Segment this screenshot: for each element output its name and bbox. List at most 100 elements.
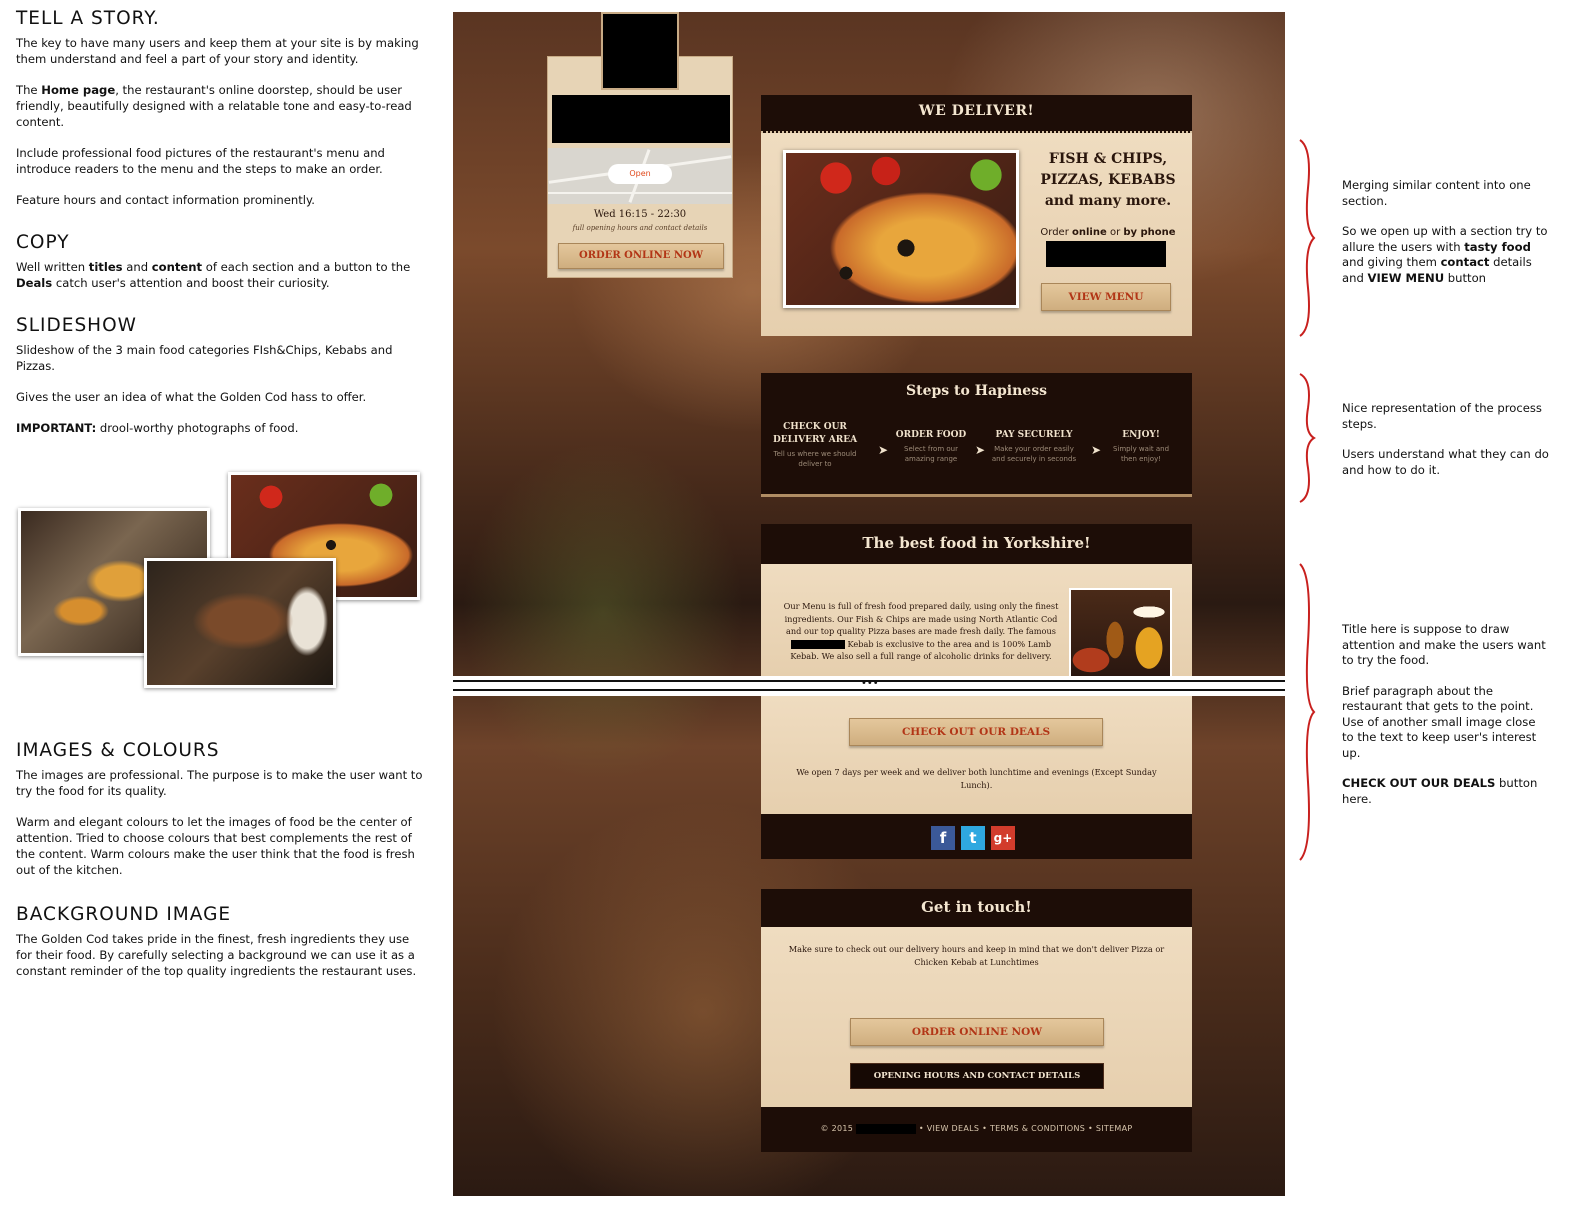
slideshow-p2: Gives the user an idea of what the Golde… xyxy=(16,390,367,404)
facebook-icon[interactable]: f xyxy=(931,826,955,850)
background-title: BACKGROUND IMAGE xyxy=(16,904,232,925)
copy-b1: titles xyxy=(88,260,123,274)
copy-p: Well written titles and content of each … xyxy=(16,259,424,291)
map-open-pin: Open xyxy=(608,164,672,184)
step-1-title: CHECK OUR DELIVERY AREA xyxy=(772,422,858,445)
redacted-brand-name xyxy=(790,640,845,649)
annotation-3-p2: Brief paragraph about the restaurant tha… xyxy=(1342,683,1537,760)
twitter-icon[interactable]: t xyxy=(961,826,985,850)
a1-b1: tasty food xyxy=(1464,239,1531,254)
food-categories-line-2: PIZZAS, KEBABS xyxy=(1040,172,1176,188)
step-4-desc: Simply wait and then enjoy! xyxy=(1112,445,1170,463)
get-in-touch-section: Make sure to check out our delivery hour… xyxy=(761,927,1192,1107)
view-menu-button[interactable]: VIEW MENU xyxy=(1041,283,1171,311)
annotation-3-p1: Title here is suppose to draw attention … xyxy=(1342,622,1546,667)
step-1-desc: Tell us where we should deliver to xyxy=(773,450,857,468)
food-categories-line-1: FISH & CHIPS, xyxy=(1048,151,1168,167)
step-2-desc: Select from our amazing range xyxy=(904,445,958,463)
food-categories-line-3: and many more. xyxy=(1044,193,1172,209)
copy-mid1: and xyxy=(122,260,152,274)
step-order-food: ORDER FOOD Select from our amazing range xyxy=(889,429,973,464)
copy-title: COPY xyxy=(16,232,70,253)
steps-section: CHECK OUR DELIVERY AREA Tell us where we… xyxy=(761,411,1192,497)
story-p2-pre: The xyxy=(16,83,42,97)
kebab-photo xyxy=(144,558,336,688)
step-arrow-icon: ➤ xyxy=(1091,443,1102,457)
story-title: TELL A STORY. xyxy=(16,8,160,29)
slideshow-p3-bold: IMPORTANT: xyxy=(16,421,97,435)
redacted-phone-number xyxy=(1046,241,1166,267)
copy-mid2: of each section and a button to the xyxy=(202,260,411,274)
food-photo-collage xyxy=(18,472,428,692)
we-deliver-header: WE DELIVER! xyxy=(761,95,1192,133)
check-out-deals-button[interactable]: CHECK OUT OUR DEALS xyxy=(849,718,1103,746)
step-delivery-area: CHECK OUR DELIVERY AREA Tell us where we… xyxy=(769,421,861,469)
order-pre: Order xyxy=(1040,227,1073,238)
step-3-title: PAY SECURELY xyxy=(995,430,1073,440)
website-mockup: Open Wed 16:15 - 22:30 full opening hour… xyxy=(453,12,1285,1196)
copy-b3: Deals xyxy=(16,276,53,290)
a1-b3: VIEW MENU xyxy=(1367,270,1445,285)
opening-time: Wed 16:15 - 22:30 xyxy=(593,209,687,220)
annotation-brace-2 xyxy=(1299,373,1316,503)
footer-links[interactable]: • VIEW DEALS • TERMS & CONDITIONS • SITE… xyxy=(919,1124,1133,1133)
copy-post: catch user's attention and boost their c… xyxy=(52,276,330,290)
a1-b2: contact xyxy=(1440,255,1490,269)
footer-copyright: © 2015 xyxy=(820,1124,854,1133)
food-categories-title: FISH & CHIPS, PIZZAS, KEBABS and many mo… xyxy=(1033,149,1183,212)
opening-hours-link[interactable]: full opening hours and contact details xyxy=(548,224,732,232)
a3-bold: CHECK OUT OUR DEALS xyxy=(1342,776,1496,790)
images-p1: The images are professional. The purpose… xyxy=(16,768,423,798)
opening-days-text: We open 7 days per week and we deliver b… xyxy=(796,767,1157,790)
delivery-notice-text: Make sure to check out our delivery hour… xyxy=(788,944,1165,967)
step-2-title: ORDER FOOD xyxy=(895,430,967,440)
restaurant-logo[interactable] xyxy=(601,12,679,90)
we-deliver-section: FISH & CHIPS, PIZZAS, KEBABS and many mo… xyxy=(761,133,1192,336)
story-p3: Include professional food pictures of th… xyxy=(16,146,385,176)
annotation-1: Merging similar content into one section… xyxy=(1342,178,1556,301)
order-methods-text: Order online or by phone xyxy=(1033,227,1183,238)
notes-column: TELL A STORY. The key to have many users… xyxy=(16,8,424,451)
images-p2: Warm and elegant colours to let the imag… xyxy=(16,815,415,877)
get-in-touch-header: Get in touch! xyxy=(761,889,1192,927)
notes-column-lower: IMAGES & COLOURS The images are professi… xyxy=(16,740,424,994)
annotation-1-p1: Merging similar content into one section… xyxy=(1342,178,1531,208)
images-title: IMAGES & COLOURS xyxy=(16,740,220,761)
a1-post: button xyxy=(1444,270,1487,285)
opening-hours-contact-button[interactable]: OPENING HOURS AND CONTACT DETAILS xyxy=(850,1063,1104,1089)
copy-b2: content xyxy=(151,260,203,274)
step-arrow-icon: ➤ xyxy=(975,443,986,457)
annotation-brace-1 xyxy=(1299,139,1316,337)
best-food-paragraph: Our Menu is full of fresh food prepared … xyxy=(781,600,1061,663)
story-p2: The Home page, the restaurant's online d… xyxy=(16,82,424,130)
order-online-button-widget[interactable]: ORDER ONLINE NOW xyxy=(558,243,724,269)
order-online-button[interactable]: ORDER ONLINE NOW xyxy=(850,1018,1104,1046)
pizza-slideshow-image[interactable] xyxy=(783,150,1019,308)
slideshow-p1: Slideshow of the 3 main food categories … xyxy=(16,343,393,373)
story-p1: The key to have many users and keep them… xyxy=(16,36,419,66)
annotation-brace-3 xyxy=(1299,563,1316,861)
google-plus-icon[interactable]: g+ xyxy=(991,826,1015,850)
background-p1: The Golden Cod takes pride in the finest… xyxy=(16,932,417,978)
redacted-logo-block xyxy=(552,95,730,143)
order-mid: or xyxy=(1106,227,1124,238)
slideshow-p3: IMPORTANT: drool-worthy photographs of f… xyxy=(16,420,424,436)
step-3-desc: Make your order easily and securely in s… xyxy=(991,445,1077,463)
order-online-word: online xyxy=(1072,227,1107,238)
social-bar: f t g+ xyxy=(761,814,1192,859)
story-p4: Feature hours and contact information pr… xyxy=(16,193,315,207)
best-food-section: Our Menu is full of fresh food prepared … xyxy=(761,564,1192,678)
drinks-image xyxy=(1069,588,1172,678)
best-text-pre: Our Menu is full of fresh food prepared … xyxy=(783,601,1059,636)
annotation-2-p1: Nice representation of the process steps… xyxy=(1342,401,1542,431)
step-pay-securely: PAY SECURELY Make your order easily and … xyxy=(987,429,1081,464)
location-map[interactable]: Open xyxy=(548,148,732,204)
annotation-3: Title here is suppose to draw attention … xyxy=(1342,622,1546,822)
deals-section: CHECK OUT OUR DEALS We open 7 days per w… xyxy=(761,696,1192,814)
annotation-2: Nice representation of the process steps… xyxy=(1342,401,1556,493)
copy-pre: Well written xyxy=(16,260,89,274)
mockup-page-break: ••• xyxy=(453,676,1285,696)
steps-header: Steps to Hapiness xyxy=(761,373,1192,411)
a1-mid: and giving them xyxy=(1342,255,1441,269)
story-p2-bold: Home page xyxy=(41,83,116,97)
